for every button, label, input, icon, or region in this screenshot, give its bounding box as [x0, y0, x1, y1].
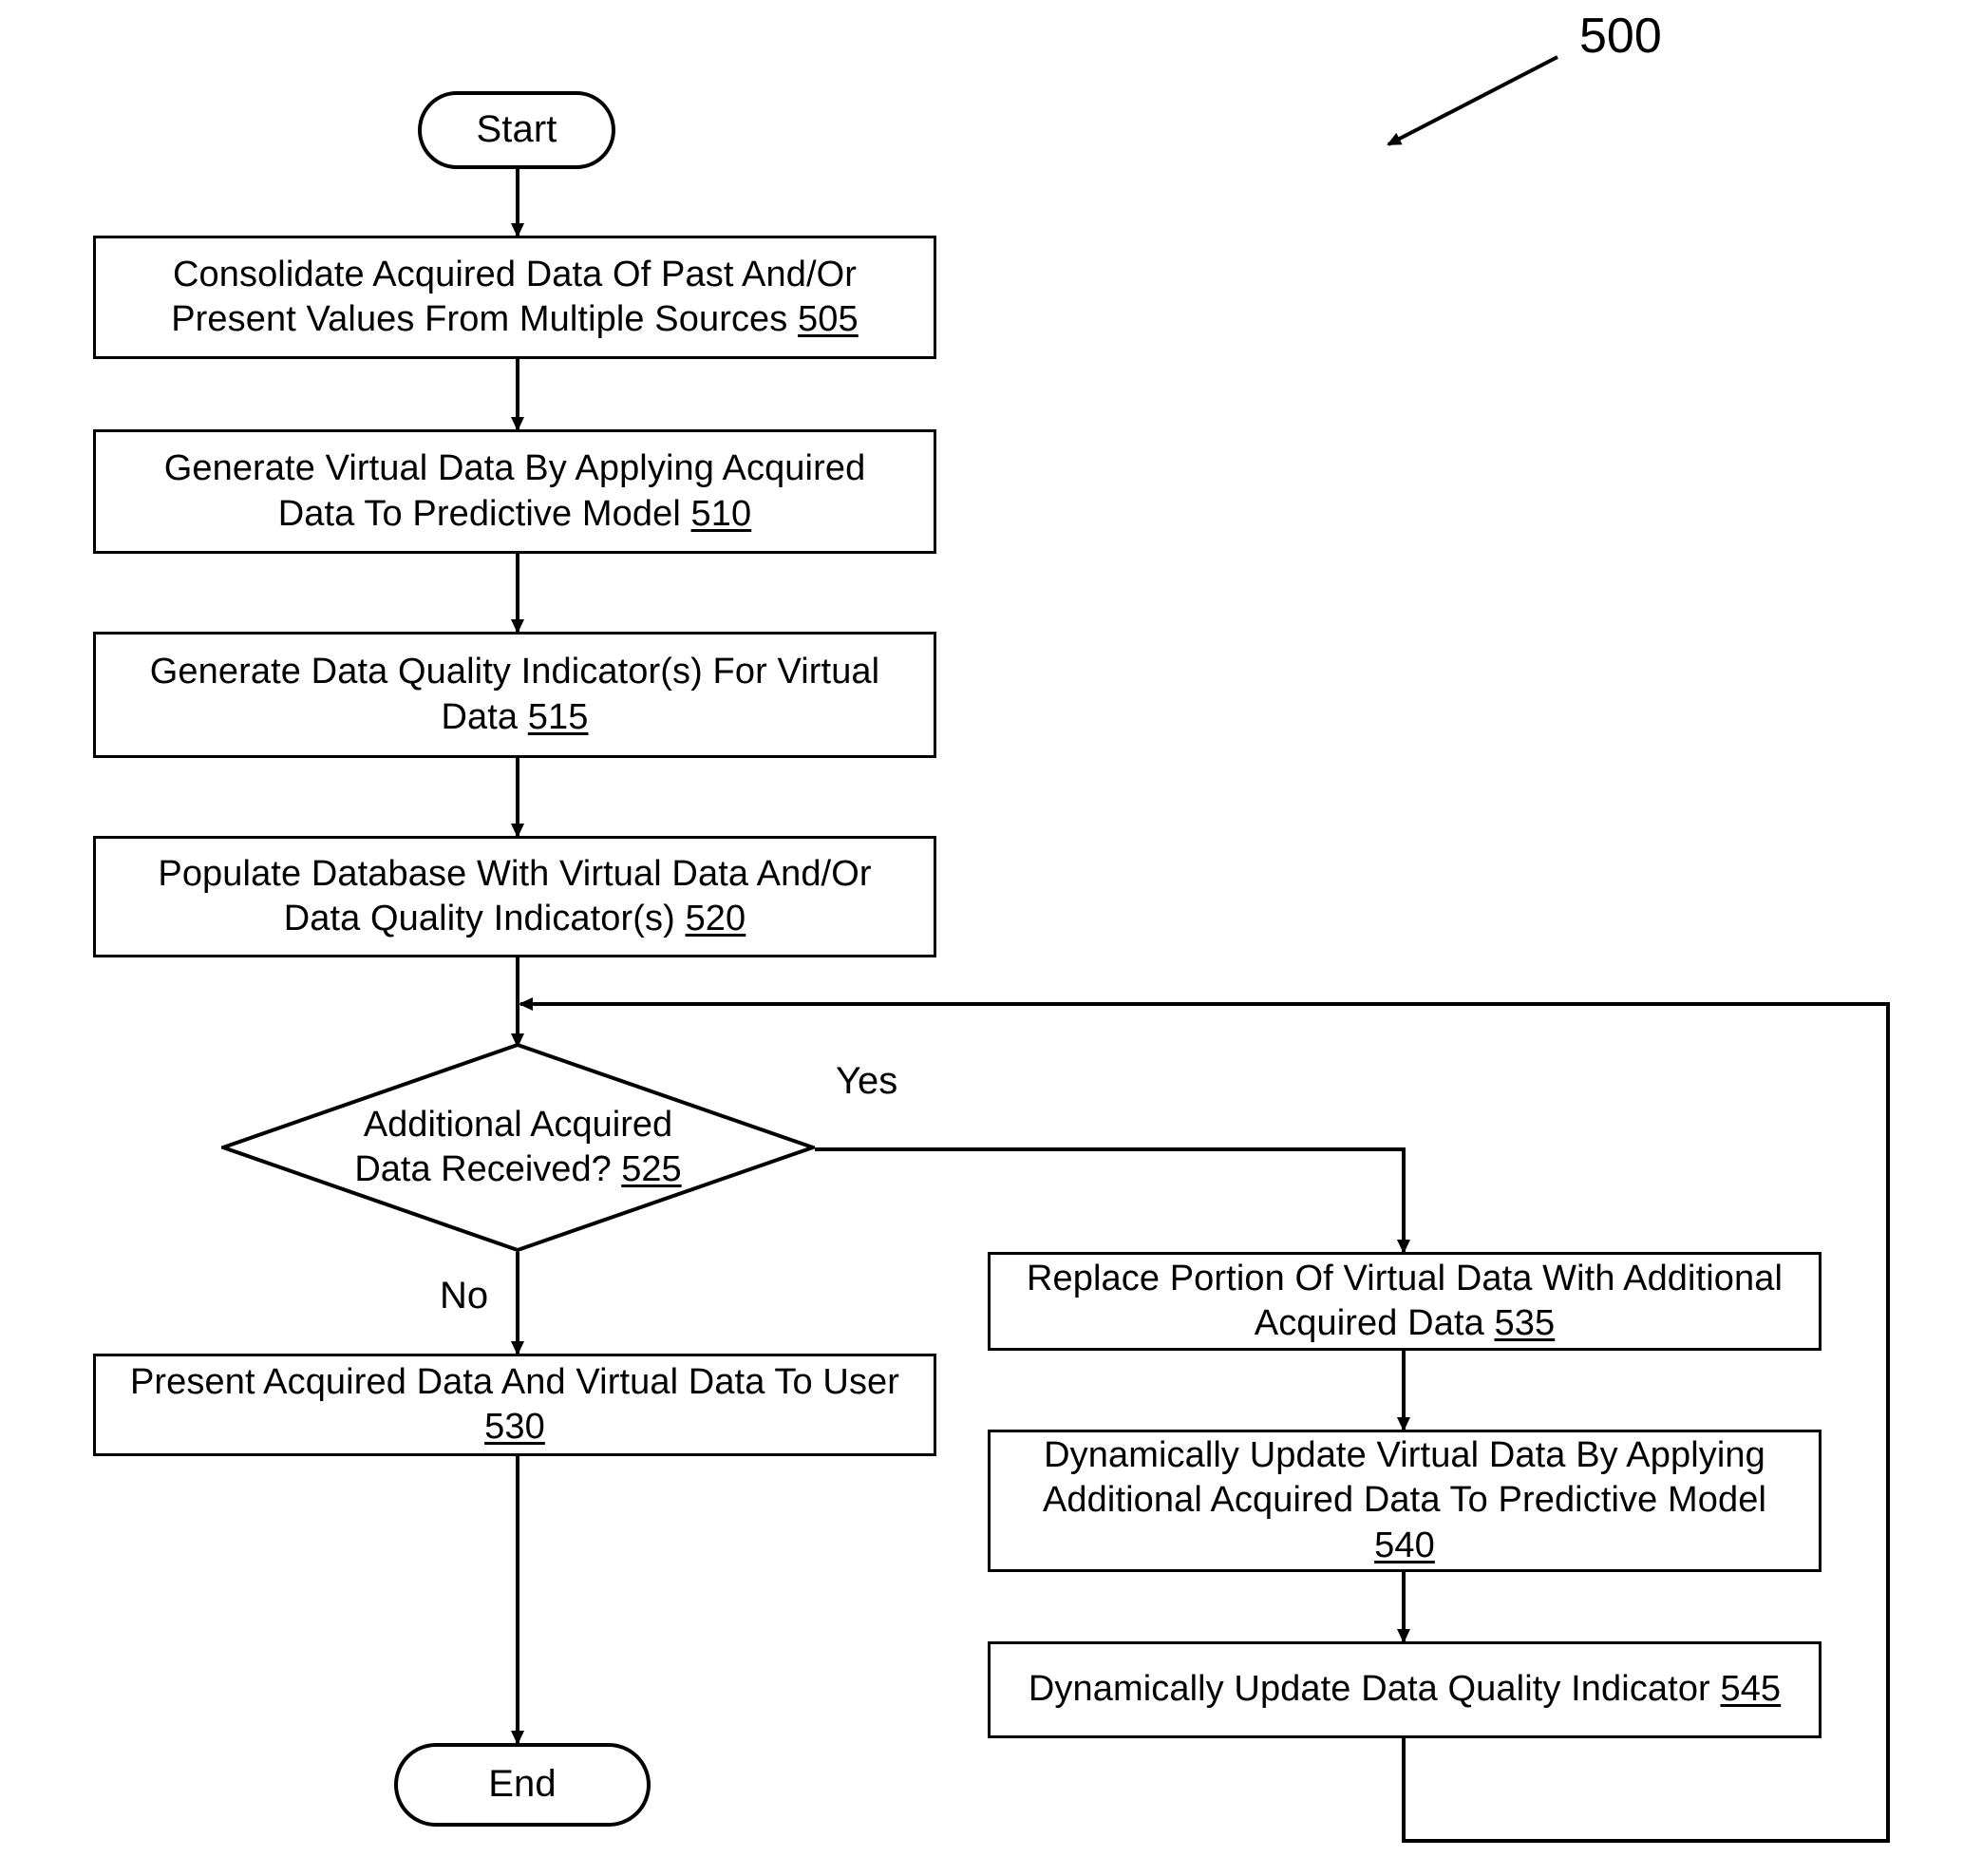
reference-numeral-510: 510 [690, 493, 752, 534]
flowchart-diagram: 500 Start Consolidate Acquired Data Of P… [0, 0, 1982, 1876]
reference-numeral-505: 505 [798, 299, 859, 339]
process-step-520: Populate Database With Virtual Data And/… [93, 836, 936, 957]
process-step-505-label: Consolidate Acquired Data Of Past And/Or… [171, 254, 859, 339]
start-terminal-label: Start [476, 108, 557, 151]
process-step-535-label: Replace Portion Of Virtual Data With Add… [1026, 1258, 1784, 1343]
process-step-530: Present Acquired Data And Virtual Data T… [93, 1354, 936, 1456]
process-step-540-label: Dynamically Update Virtual Data By Apply… [1042, 1435, 1767, 1565]
process-step-505: Consolidate Acquired Data Of Past And/Or… [93, 236, 936, 359]
decision-step-525: Additional Acquired Data Received? 525 [221, 1043, 815, 1252]
reference-numeral-520: 520 [685, 899, 746, 938]
process-step-540: Dynamically Update Virtual Data By Apply… [988, 1430, 1822, 1572]
process-step-530-label: Present Acquired Data And Virtual Data T… [129, 1361, 900, 1447]
process-step-535: Replace Portion Of Virtual Data With Add… [988, 1252, 1822, 1351]
process-step-510: Generate Virtual Data By Applying Acquir… [93, 429, 936, 554]
decision-step-525-label: Additional Acquired Data Received? 525 [354, 1104, 682, 1189]
process-step-515-label: Generate Data Quality Indicator(s) For V… [149, 652, 880, 737]
process-step-545-label: Dynamically Update Data Quality Indicato… [1028, 1669, 1782, 1710]
process-step-510-label: Generate Virtual Data By Applying Acquir… [163, 448, 866, 534]
process-step-520-label: Populate Database With Virtual Data And/… [158, 853, 872, 938]
process-step-515: Generate Data Quality Indicator(s) For V… [93, 632, 936, 758]
start-terminal: Start [418, 91, 615, 169]
edge-label-yes: Yes [836, 1060, 898, 1102]
end-terminal-label: End [488, 1763, 557, 1806]
reference-numeral-525: 525 [621, 1149, 682, 1189]
figure-number: 500 [1579, 9, 1662, 64]
reference-numeral-515: 515 [527, 696, 589, 737]
edge-label-no: No [440, 1275, 489, 1317]
reference-numeral-540: 540 [1374, 1525, 1435, 1565]
reference-numeral-535: 535 [1494, 1303, 1556, 1343]
reference-numeral-530: 530 [484, 1407, 545, 1447]
process-step-545: Dynamically Update Data Quality Indicato… [988, 1641, 1822, 1738]
end-terminal: End [394, 1743, 651, 1827]
reference-numeral-545: 545 [1720, 1669, 1782, 1710]
